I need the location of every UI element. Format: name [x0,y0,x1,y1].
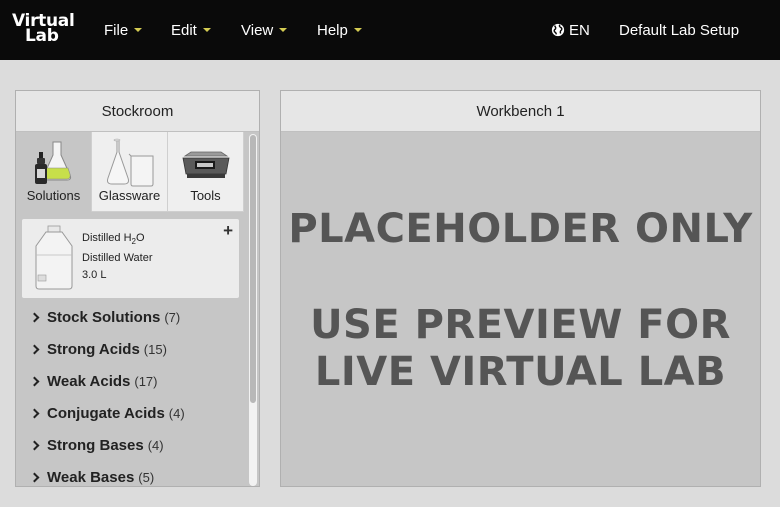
stockroom-tabs: Solutions Glassware Tools [16,132,245,212]
chevron-right-icon [29,440,40,450]
stockroom-header: Stockroom [16,91,259,132]
stockroom-title: Stockroom [101,102,174,120]
menu-view-label: View [241,21,274,39]
water-jug-icon [35,225,73,290]
workbench-title: Workbench 1 [476,102,565,120]
workbench-header: Workbench 1 [281,91,760,132]
caret-down-icon [202,28,211,32]
category-label: Strong Acids [47,340,140,358]
formula-prefix: Distilled H [82,232,132,244]
tab-glassware[interactable]: Glassware [92,132,168,212]
virtual-lab-logo[interactable]: Virtual Lab [12,13,75,46]
category-stock-solutions[interactable]: Stock Solutions (7) [28,301,243,333]
category-conjugate-acids[interactable]: Conjugate Acids (4) [28,397,243,429]
solutions-icon [34,141,71,184]
globe-icon [551,23,565,37]
water-volume: 3.0 L [82,269,107,282]
lab-setup-menu[interactable]: Default Lab Setup [619,0,739,60]
category-strong-bases[interactable]: Strong Bases (4) [28,429,243,461]
logo-line-2: Lab [25,26,59,46]
menu-help-label: Help [317,21,348,39]
stockroom-panel: Stockroom Solutions Glassware Tools Dist… [15,90,260,487]
tab-tools-label: Tools [190,188,221,203]
category-count: (5) [138,469,155,485]
category-count: (7) [164,309,181,325]
placeholder-line-1: PLACEHOLDER ONLY [288,206,753,252]
category-count: (17) [134,373,158,389]
category-label: Stock Solutions [47,308,161,326]
navbar: Virtual Lab File Edit View Help EN Defau… [0,0,780,60]
placeholder-line-2: USE PREVIEW FOR [310,302,731,348]
category-strong-acids[interactable]: Strong Acids (15) [28,333,243,365]
chevron-right-icon [29,312,40,322]
chevron-right-icon [29,344,40,354]
stockroom-scrollbar[interactable] [249,134,257,486]
menu-file[interactable]: File [104,0,143,60]
category-label: Conjugate Acids [47,404,165,422]
menu-view[interactable]: View [241,0,288,60]
menu-edit-label: Edit [171,21,197,39]
category-label: Strong Bases [47,436,144,454]
water-item-details: Distilled H2O Distilled Water 3.0 L [82,230,153,284]
chevron-right-icon [29,472,40,482]
chevron-right-icon [29,376,40,386]
caret-down-icon [134,28,143,32]
water-name: Distilled Water [82,252,153,265]
water-formula: Distilled H2O [82,230,153,250]
add-icon[interactable]: + [223,221,233,241]
tab-glassware-label: Glassware [98,188,161,203]
workbench-panel: Workbench 1 PLACEHOLDER ONLY USE PREVIEW… [280,90,761,487]
category-count: (4) [147,437,164,453]
category-label: Weak Acids [47,372,131,390]
category-label: Weak Bases [47,468,135,486]
menu-edit[interactable]: Edit [171,0,211,60]
tab-tools[interactable]: Tools [168,132,244,212]
category-weak-bases[interactable]: Weak Bases (5) [28,461,243,486]
caret-down-icon [279,28,288,32]
category-weak-acids[interactable]: Weak Acids (17) [28,365,243,397]
category-count: (15) [143,341,167,357]
distilled-water-item[interactable]: Distilled H2O Distilled Water 3.0 L + [22,219,239,298]
chevron-right-icon [29,408,40,418]
tab-solutions[interactable]: Solutions [16,132,92,212]
scrollbar-thumb[interactable] [250,135,256,403]
tab-solutions-label: Solutions [26,188,81,203]
scale-icon [182,151,229,178]
caret-down-icon [353,28,362,32]
category-list: Stock Solutions (7) Strong Acids (15) Weak… [28,301,243,486]
placeholder-line-3: LIVE VIRTUAL LAB [314,349,727,395]
glassware-icon [106,138,153,187]
menu-help[interactable]: Help [317,0,362,60]
lab-setup-label: Default Lab Setup [619,21,740,39]
formula-suffix: O [135,232,145,244]
language-selector[interactable]: EN [551,0,590,60]
category-count: (4) [168,405,185,421]
menu-file-label: File [104,21,129,39]
language-label: EN [569,21,590,39]
